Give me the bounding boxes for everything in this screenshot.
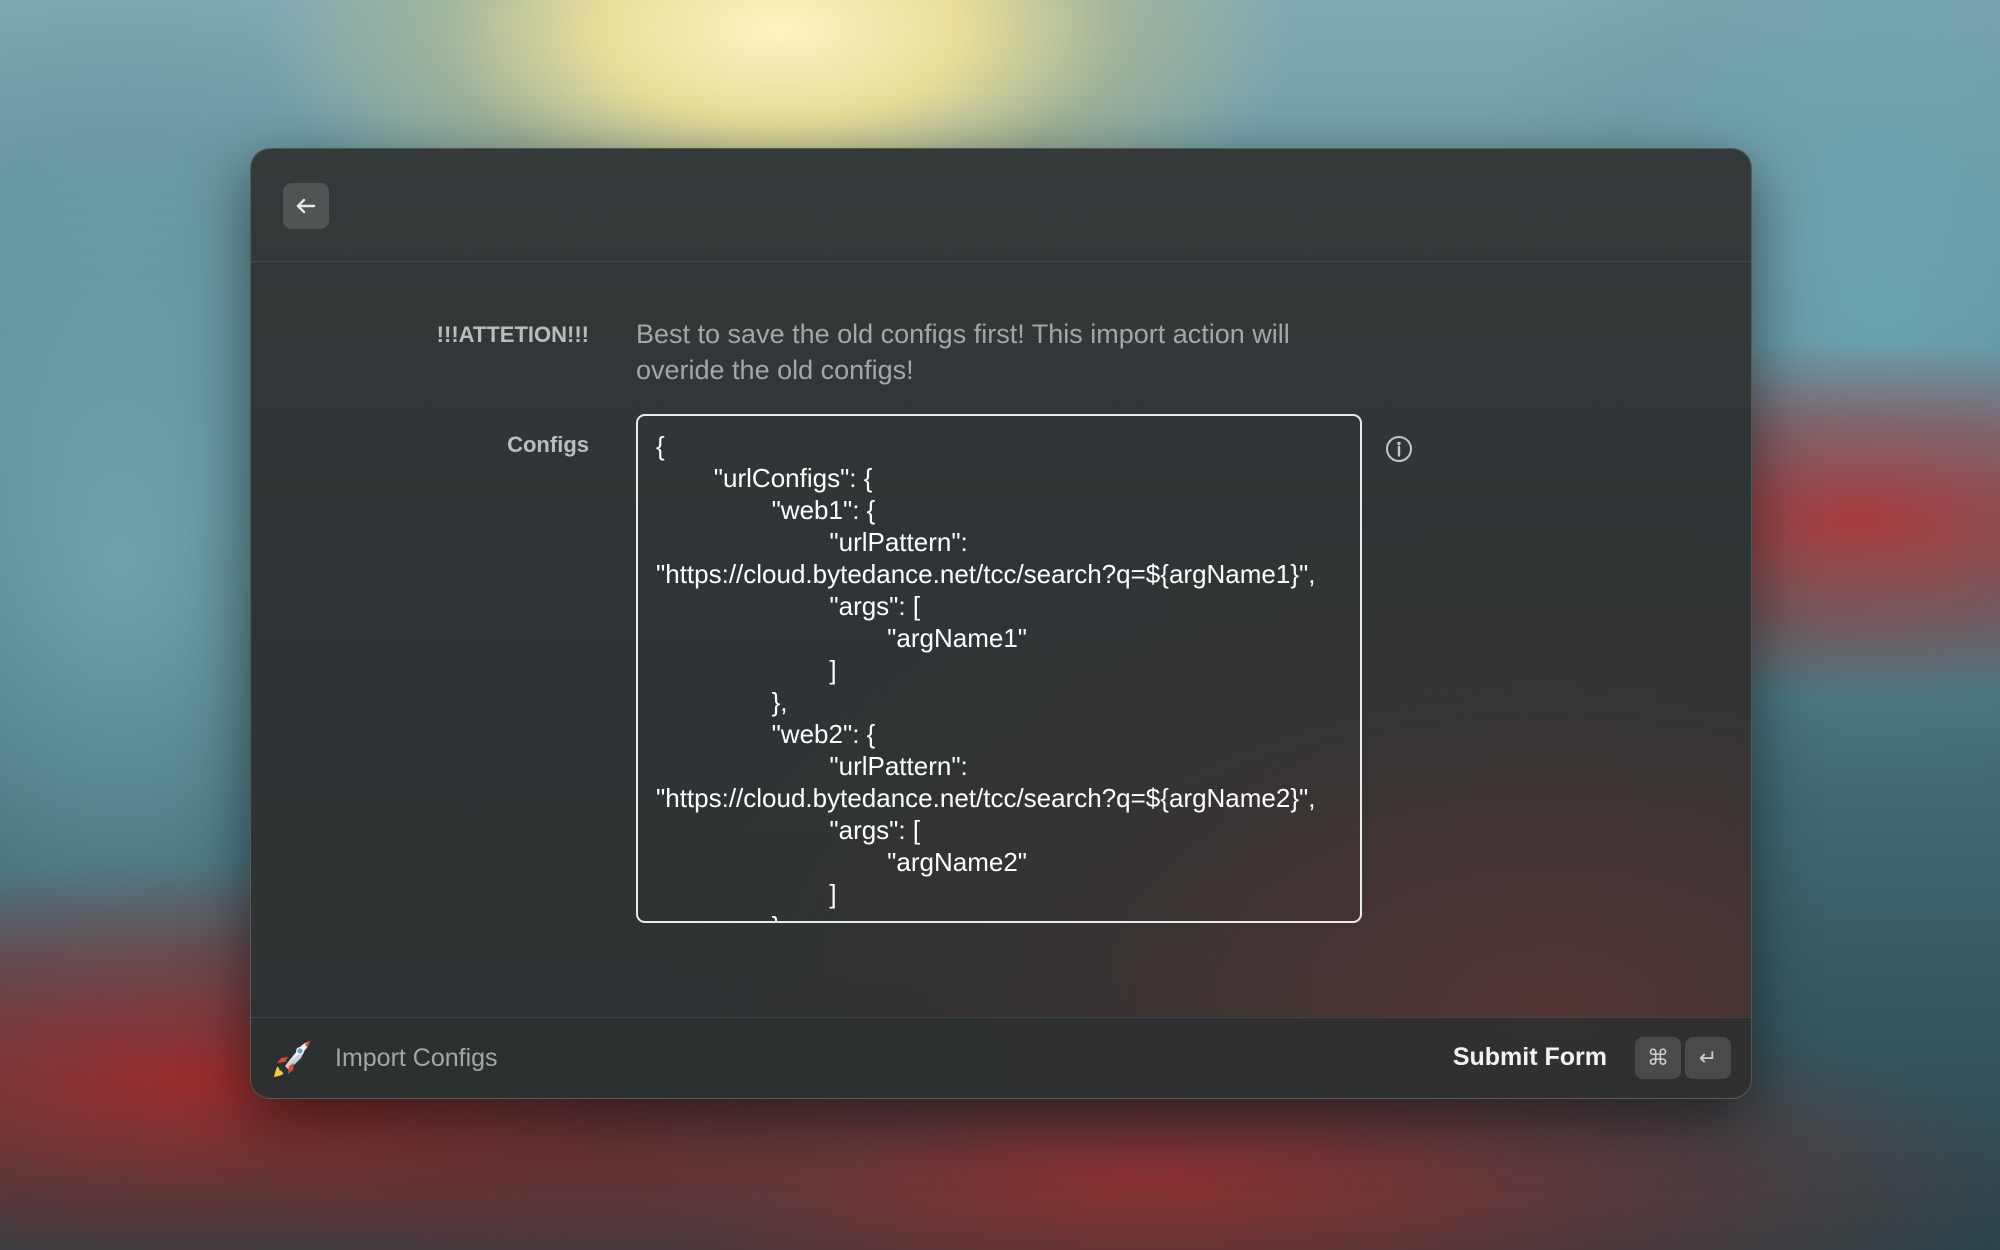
command-key-icon: ⌘ [1635, 1037, 1681, 1079]
command-title: Import Configs [335, 1044, 498, 1072]
configs-label: Configs [507, 432, 589, 457]
form-content: !!!ATTETION!!! Best to save the old conf… [251, 262, 1751, 1017]
back-button[interactable] [283, 183, 329, 229]
arrow-left-icon [294, 194, 318, 218]
info-icon [1384, 434, 1414, 464]
attention-description: Best to save the old configs first! This… [636, 319, 1290, 385]
info-button[interactable] [1384, 434, 1414, 464]
enter-key-icon: ↵ [1685, 1037, 1731, 1079]
window-header [251, 149, 1751, 262]
action-bar: Import Configs Submit Form ⌘ ↵ [251, 1017, 1751, 1098]
configs-textarea[interactable]: { "urlConfigs": { "web1": { "urlPattern"… [636, 414, 1362, 923]
attention-label: !!!ATTETION!!! [436, 322, 589, 347]
import-configs-window: !!!ATTETION!!! Best to save the old conf… [250, 148, 1752, 1099]
rocket-icon [271, 1038, 313, 1080]
submit-form-button[interactable]: Submit Form [1453, 1043, 1607, 1072]
